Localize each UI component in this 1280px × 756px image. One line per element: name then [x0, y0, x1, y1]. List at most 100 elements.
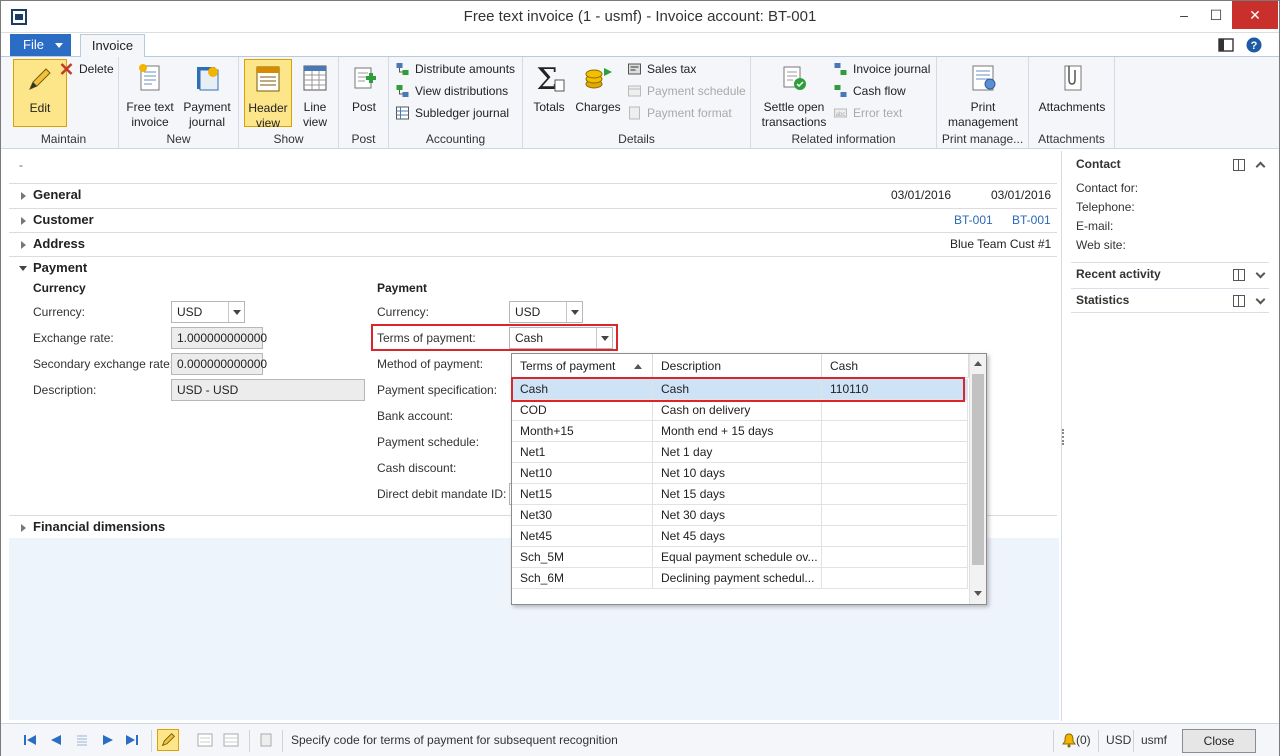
delete-button[interactable]: Delete	[59, 59, 114, 79]
document-view-icon[interactable]	[197, 733, 213, 747]
payment-currency-select[interactable]: USD	[509, 301, 583, 323]
lookup-row[interactable]: Month+15 Month end + 15 days	[512, 421, 968, 442]
close-window-button[interactable]: ✕	[1232, 1, 1278, 29]
lookup-row[interactable]: Net15 Net 15 days	[512, 484, 968, 505]
factbox-statistics-title[interactable]: Statistics	[1076, 293, 1129, 307]
first-record-icon[interactable]	[23, 733, 37, 747]
alerts-count[interactable]: (0)	[1076, 733, 1091, 747]
print-management-button[interactable]: Print management	[941, 59, 1025, 130]
maximize-button[interactable]: ☐	[1199, 1, 1233, 29]
fasttab-payment[interactable]: Payment	[9, 256, 1057, 280]
factbox-contact-title[interactable]: Contact	[1076, 157, 1121, 171]
lookup-cell-code: Net30	[512, 505, 653, 526]
charges-button[interactable]: Charges	[573, 59, 623, 115]
scroll-down-icon[interactable]	[974, 591, 982, 596]
settle-open-transactions-label: Settle open transactions	[761, 100, 827, 129]
action-pane: Edit Delete Maintain Free text invoice P…	[1, 57, 1279, 149]
factbox-recent-activity-title[interactable]: Recent activity	[1076, 267, 1161, 281]
attachments-button[interactable]: Attachments	[1033, 59, 1111, 115]
column-header-description[interactable]: Description	[653, 354, 822, 378]
fasttab-address[interactable]: Address Blue Team Cust #1	[9, 232, 1057, 256]
payment-schedule-button[interactable]: Payment schedule	[627, 81, 746, 101]
currency-select[interactable]: USD	[171, 301, 245, 323]
view-distributions-button[interactable]: View distributions	[395, 81, 508, 101]
factbox-recent-controls	[1233, 268, 1273, 282]
lookup-row[interactable]: Net10 Net 10 days	[512, 463, 968, 484]
column-header-terms[interactable]: Terms of payment	[512, 354, 653, 378]
lookup-cell-desc: Declining payment schedul...	[653, 568, 822, 589]
sales-tax-button[interactable]: Sales tax	[627, 59, 696, 79]
tab-invoice[interactable]: Invoice	[80, 34, 145, 58]
customer-account-link-1[interactable]: BT-001	[954, 209, 993, 231]
header-view-button[interactable]: Header view	[244, 59, 292, 130]
scroll-thumb[interactable]	[972, 374, 984, 565]
fasttab-customer-title: Customer	[33, 212, 94, 227]
chevron-up-icon[interactable]	[1255, 161, 1266, 172]
chevron-down-icon[interactable]	[1255, 294, 1266, 305]
settle-open-transactions-button[interactable]: Settle open transactions	[757, 59, 831, 130]
lookup-row[interactable]: Net30 Net 30 days	[512, 505, 968, 526]
lookup-row[interactable]: Net1 Net 1 day	[512, 442, 968, 463]
lookup-row[interactable]: Sch_5M Equal payment schedule ov...	[512, 547, 968, 568]
company-status[interactable]: usmf	[1141, 733, 1167, 747]
currency-status[interactable]: USD	[1106, 733, 1131, 747]
currency-group-title: Currency	[33, 281, 86, 295]
status-separator	[1133, 730, 1134, 752]
totals-button[interactable]: Σ Totals	[529, 59, 569, 115]
subledger-journal-button[interactable]: Subledger journal	[395, 103, 509, 123]
chevron-down-icon[interactable]	[228, 302, 244, 322]
next-record-icon[interactable]	[101, 733, 115, 747]
chevron-down-icon[interactable]	[566, 302, 582, 322]
description-field[interactable]: USD - USD	[171, 379, 365, 401]
column-header-cash[interactable]: Cash	[822, 354, 969, 378]
error-text-button[interactable]: abc Error text	[833, 103, 902, 123]
scroll-up-icon[interactable]	[974, 361, 982, 366]
edit-label: Edit	[29, 101, 51, 115]
exchange-rate-field[interactable]: 1.000000000000	[171, 327, 267, 349]
grid-view-icon[interactable]	[75, 733, 89, 747]
factbox-options-icon[interactable]	[1233, 295, 1245, 307]
line-view-button[interactable]: Line view	[295, 59, 335, 130]
secondary-exchange-rate-field[interactable]: 0.000000000000	[171, 353, 267, 375]
payment-schedule-icon	[628, 85, 641, 97]
payment-journal-button[interactable]: Payment journal	[179, 59, 235, 130]
help-icon[interactable]: ?	[1245, 36, 1263, 54]
minimize-button[interactable]: –	[1167, 1, 1201, 29]
previous-record-icon[interactable]	[49, 733, 63, 747]
exchange-rate-label: Exchange rate:	[33, 331, 114, 345]
list-view-icon[interactable]	[223, 733, 239, 747]
factbox-options-icon[interactable]	[1233, 159, 1245, 171]
close-button[interactable]: Close	[1182, 729, 1256, 753]
layout-icon[interactable]	[1217, 36, 1235, 54]
edit-mode-pencil-icon[interactable]	[157, 729, 179, 751]
lookup-cell-desc: Net 10 days	[653, 463, 822, 484]
attachments-label: Attachments	[1038, 100, 1106, 114]
lookup-row[interactable]: Sch_6M Declining payment schedul...	[512, 568, 968, 589]
post-button[interactable]: Post	[343, 59, 385, 115]
attachment-note-icon[interactable]	[259, 732, 273, 748]
payment-format-icon	[629, 106, 640, 120]
fasttab-general[interactable]: General 03/01/2016 03/01/2016	[9, 183, 1057, 207]
file-tab[interactable]: File	[10, 34, 71, 56]
bell-icon[interactable]	[1061, 732, 1077, 748]
fasttab-customer[interactable]: Customer BT-001 BT-001	[9, 208, 1057, 232]
pane-splitter[interactable]	[1062, 429, 1064, 445]
lookup-row[interactable]: COD Cash on delivery	[512, 400, 968, 421]
chevron-down-icon[interactable]	[1255, 268, 1266, 279]
cash-flow-button[interactable]: Cash flow	[833, 81, 906, 101]
factbox-options-icon[interactable]	[1233, 269, 1245, 281]
error-text-icon: abc	[834, 108, 847, 118]
free-text-invoice-button[interactable]: Free text invoice	[123, 59, 177, 130]
invoice-journal-button[interactable]: Invoice journal	[833, 59, 930, 79]
lookup-scrollbar[interactable]	[969, 354, 986, 604]
secondary-exchange-rate-label: Secondary exchange rate:	[33, 357, 174, 371]
customer-account-link-2[interactable]: BT-001	[1012, 209, 1051, 231]
last-record-icon[interactable]	[125, 733, 139, 747]
line-view-label: Line view	[302, 100, 327, 129]
lookup-cell-desc: Month end + 15 days	[653, 421, 822, 442]
sigma-icon: Σ	[536, 62, 565, 97]
distribute-amounts-button[interactable]: Distribute amounts	[395, 59, 515, 79]
payment-format-button[interactable]: Payment format	[627, 103, 732, 123]
lookup-row[interactable]: Net45 Net 45 days	[512, 526, 968, 547]
charges-coins-icon	[585, 68, 612, 89]
